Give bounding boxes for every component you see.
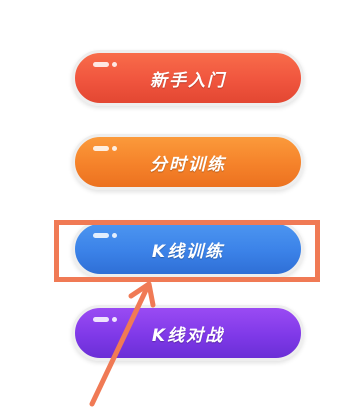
gloss-dot xyxy=(112,62,117,67)
timeshare-training-label: 分时训练 xyxy=(150,154,226,175)
gloss-dot xyxy=(112,233,117,238)
menu-screen: 新手入门 分时训练 K线训练 K线对战 xyxy=(0,0,357,418)
gloss-dot xyxy=(112,317,117,322)
kline-battle-button[interactable]: K线对战 xyxy=(72,305,304,361)
kline-training-label: K线训练 xyxy=(151,241,225,262)
gloss-highlight xyxy=(93,317,109,322)
gloss-highlight xyxy=(93,233,109,238)
kline-training-button[interactable]: K线训练 xyxy=(72,221,304,277)
kline-battle-label: K线对战 xyxy=(151,325,225,346)
gloss-dot xyxy=(112,146,117,151)
timeshare-training-button[interactable]: 分时训练 xyxy=(72,134,304,190)
beginner-button[interactable]: 新手入门 xyxy=(72,50,304,106)
gloss-highlight xyxy=(93,146,109,151)
beginner-label: 新手入门 xyxy=(150,70,226,91)
gloss-highlight xyxy=(93,62,109,67)
